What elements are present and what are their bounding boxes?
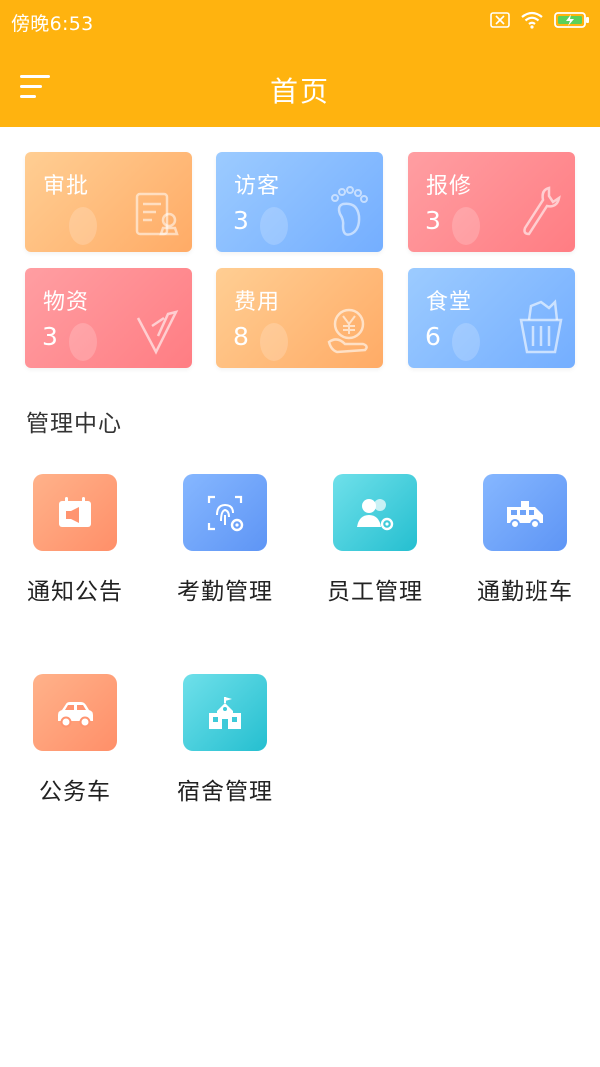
summary-cards: 审批 访客 3 报修 3 物资 3 费用 8 食堂 6 xyxy=(25,152,575,368)
card-expense[interactable]: 费用 8 xyxy=(216,268,383,368)
grid-item-dormitory[interactable]: 宿舍管理 xyxy=(150,674,300,814)
grid-item-label: 通知公告 xyxy=(27,579,123,605)
grid-item-label: 通勤班车 xyxy=(477,579,573,605)
food-basket-icon xyxy=(515,296,565,358)
car-icon xyxy=(33,674,117,751)
card-decoration xyxy=(69,323,97,361)
page-title: 首页 xyxy=(269,75,330,108)
card-count: 3 xyxy=(233,206,249,235)
card-count: 8 xyxy=(233,322,249,351)
card-title: 报修 xyxy=(426,174,473,199)
grid-item-attendance[interactable]: 考勤管理 xyxy=(150,474,300,614)
grid-item-notice[interactable]: 通知公告 xyxy=(0,474,150,614)
card-title: 费用 xyxy=(234,290,281,315)
header: 傍晚6:53 首页 xyxy=(0,0,600,127)
card-title: 物资 xyxy=(43,290,90,315)
nav-bar: 首页 xyxy=(0,50,600,127)
card-supplies[interactable]: 物资 3 xyxy=(25,268,192,368)
megaphone-calendar-icon xyxy=(33,474,117,551)
card-visitor[interactable]: 访客 3 xyxy=(216,152,383,252)
grid-item-label: 公务车 xyxy=(39,779,111,805)
card-decoration xyxy=(260,323,288,361)
grid-item-label: 员工管理 xyxy=(327,579,423,605)
card-decoration xyxy=(452,323,480,361)
section-title: 管理中心 xyxy=(26,411,122,437)
card-repair[interactable]: 报修 3 xyxy=(408,152,575,252)
card-title: 食堂 xyxy=(426,290,473,315)
footprint-icon xyxy=(323,180,373,242)
status-bar: 傍晚6:53 xyxy=(0,0,600,40)
card-count: 6 xyxy=(425,322,441,351)
grid-item-label: 考勤管理 xyxy=(177,579,273,605)
shuttle-bus-icon xyxy=(483,474,567,551)
card-canteen[interactable]: 食堂 6 xyxy=(408,268,575,368)
grid-item-shuttle[interactable]: 通勤班车 xyxy=(450,474,600,614)
fingerprint-gear-icon xyxy=(183,474,267,551)
battery-charging-icon xyxy=(554,11,590,29)
status-icons xyxy=(490,9,590,31)
people-gear-icon xyxy=(333,474,417,551)
card-count: 3 xyxy=(42,322,58,351)
sim-blocked-icon xyxy=(490,12,510,28)
card-approval[interactable]: 审批 xyxy=(25,152,192,252)
dormitory-building-icon xyxy=(183,674,267,751)
card-count: 3 xyxy=(425,206,441,235)
approval-document-icon xyxy=(132,180,182,242)
grid-item-staff[interactable]: 员工管理 xyxy=(300,474,450,614)
wrench-icon xyxy=(515,180,565,242)
yuan-coin-icon xyxy=(323,296,373,358)
grid-item-official-car[interactable]: 公务车 xyxy=(0,674,150,814)
card-decoration xyxy=(452,207,480,245)
wifi-icon xyxy=(520,11,544,29)
card-title: 访客 xyxy=(234,174,281,199)
grid-item-label: 宿舍管理 xyxy=(177,779,273,805)
card-title: 审批 xyxy=(43,174,90,199)
card-decoration xyxy=(69,207,97,245)
supplies-icon xyxy=(132,296,182,358)
card-decoration xyxy=(260,207,288,245)
status-time: 傍晚6:53 xyxy=(11,13,94,35)
